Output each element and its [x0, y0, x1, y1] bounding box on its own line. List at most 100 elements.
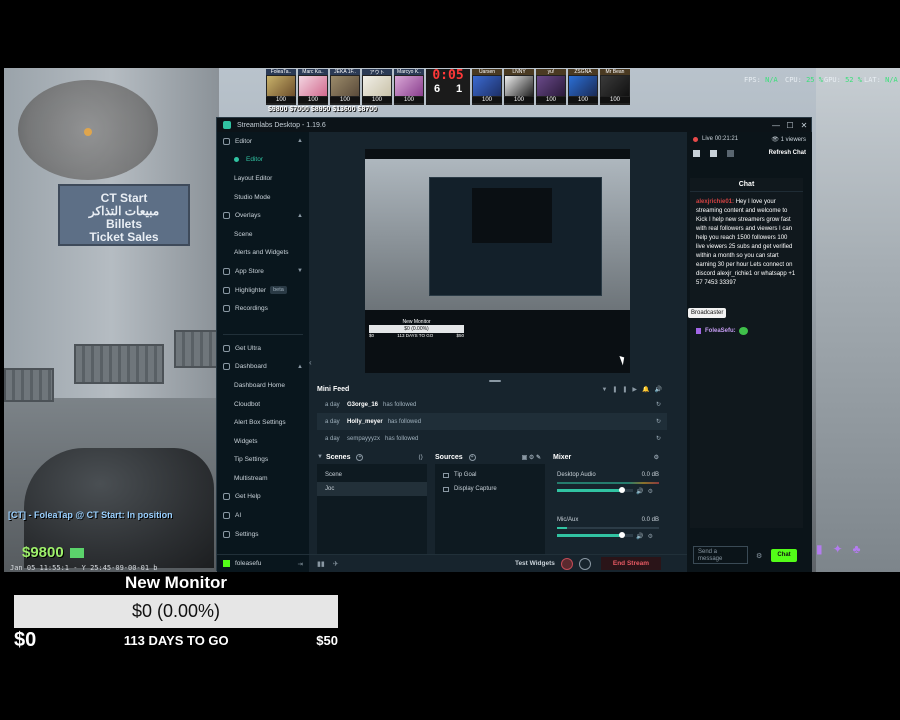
record-button[interactable]	[560, 557, 573, 570]
gear-icon[interactable]: ⚙	[756, 552, 762, 560]
gear-icon[interactable]: ⚙	[654, 454, 659, 461]
chat-panel: Live 00:21:21 👁 1 viewers Refresh Chat C…	[687, 132, 812, 572]
replay-icon[interactable]: ↻	[656, 435, 661, 442]
score-right: 1	[455, 83, 463, 95]
send-chat-button[interactable]: Chat	[771, 549, 797, 562]
sidebar-item-dashboard-home[interactable]: Dashboard Home	[217, 376, 309, 395]
sidebar-item-cloudbot[interactable]: Cloudbot	[217, 395, 309, 414]
source-item[interactable]: Tip Goal	[435, 468, 545, 482]
feed-user: sempayyyzx	[347, 435, 381, 442]
sidebar-item-get-help[interactable]: Get Help	[217, 488, 309, 507]
refresh-chat-button[interactable]: Refresh Chat	[769, 150, 806, 156]
chat-input[interactable]: Send a message	[693, 546, 748, 564]
stats-icon[interactable]: ▮▮	[317, 560, 325, 568]
volume-knob[interactable]	[618, 487, 625, 493]
crate	[4, 368, 54, 402]
goal-target: $50	[316, 632, 338, 648]
add-scene-button[interactable]: +	[356, 453, 364, 461]
rocket-icon[interactable]: ✈	[333, 560, 339, 568]
sidebar-item-ai[interactable]: AI	[217, 506, 309, 525]
sidebar-item-get-ultra[interactable]: Get Ultra	[217, 339, 309, 358]
sidebar-item-tip-settings[interactable]: Tip Settings	[217, 451, 309, 470]
sidebar-item-alerts-widgets[interactable]: Alerts and Widgets	[217, 244, 309, 263]
fps-label: FPS:	[744, 76, 761, 84]
sidebar-item-overlays[interactable]: Overlays ▲	[217, 206, 309, 225]
lat-value: N/A	[885, 76, 898, 84]
chevron-left-icon[interactable]: ‹	[309, 358, 312, 367]
source-tools-icons[interactable]: ▣ ⚙ ✎	[522, 454, 541, 461]
logout-icon[interactable]: ⇥	[298, 560, 303, 568]
player-card: yu! 100	[536, 69, 566, 105]
test-widgets-button[interactable]: Test Widgets	[515, 560, 555, 567]
goal-widget: New Monitor $0 (0.00%) $0 113 DAYS TO GO…	[14, 572, 338, 656]
sidebar-item-recordings[interactable]: Recordings	[217, 299, 309, 318]
sidebar-item-highlighter[interactable]: Highlighter beta	[217, 281, 309, 300]
sidebar-item-alert-box[interactable]: Alert Box Settings	[217, 413, 309, 432]
sidebar-item-label: Alerts and Widgets	[234, 249, 289, 257]
edit-icon[interactable]	[693, 149, 700, 157]
scene-item[interactable]: Scene	[317, 468, 427, 482]
minimize-button[interactable]: —	[769, 121, 783, 130]
sidebar-item-label: Recordings	[235, 305, 268, 313]
goal-title: New Monitor	[125, 573, 227, 592]
streamlabs-window: Streamlabs Desktop - 1.19.6 — ☐ ✕ Editor…	[216, 117, 812, 572]
player-avatar	[505, 76, 533, 96]
replay-buffer-button[interactable]	[578, 557, 591, 570]
ai-icon	[223, 512, 230, 520]
player-card: FoleaTa.. 100	[266, 69, 296, 105]
volume-knob[interactable]	[618, 532, 625, 538]
sidebar-item-layout-editor[interactable]: Layout Editor	[217, 169, 309, 188]
volume-slider[interactable]	[557, 487, 633, 493]
player-avatar	[473, 76, 501, 96]
volume-slider[interactable]	[557, 532, 633, 538]
chat-user: alexjrichie01:	[696, 199, 735, 205]
streamlabs-logo-icon	[223, 121, 231, 129]
sidebar-item-widgets[interactable]: Widgets	[217, 432, 309, 451]
scene-item[interactable]: Joc	[317, 482, 427, 496]
popout-icon[interactable]	[710, 149, 717, 157]
volume-fill	[557, 534, 622, 537]
mini-feed-controls[interactable]: ▼❚❚▶🔔🔊	[601, 386, 667, 393]
sidebar-item-studio-mode[interactable]: Studio Mode	[217, 188, 309, 207]
channel-controls[interactable]: 🔊⚙	[636, 533, 657, 540]
player-hp: 100	[394, 97, 424, 103]
source-item[interactable]: Display Capture	[435, 482, 545, 496]
sidebar-item-label: AI	[235, 512, 242, 520]
mouse-cursor-icon	[619, 354, 627, 366]
channel-controls[interactable]: 🔊⚙	[636, 488, 657, 495]
game-date: Jan 05 11:55:1 - Y 25:45-09-00-01 b	[10, 564, 158, 572]
scoreboard: FoleaTa.. 100 Marc Ka.. 100 JEKA 1F.. 100 ア…	[266, 69, 630, 105]
sidebar-item-label: Editor	[246, 156, 263, 164]
add-source-button[interactable]: +	[468, 453, 476, 461]
player-hp: 100	[472, 97, 502, 103]
sidebar-item-dashboard[interactable]: Dashboard ▲	[217, 358, 309, 377]
player-avatar	[537, 76, 565, 96]
team-money-row: $9800 $7000 $8950 $13600 $8700	[268, 106, 377, 113]
gpu-label: GPU:	[824, 76, 841, 84]
replay-icon[interactable]: ↻	[656, 401, 661, 408]
end-stream-button[interactable]: End Stream	[600, 557, 661, 570]
scene-transitions-icon[interactable]: ⟨⟩	[418, 454, 423, 461]
close-button[interactable]: ✕	[797, 121, 811, 130]
sidebar-user[interactable]: foleasefu ⇥	[217, 554, 309, 572]
sidebar-item-editor-sub[interactable]: Editor	[217, 151, 309, 170]
sidebar-item-label: Dashboard Home	[234, 381, 285, 389]
screen: CT Start مبيعات التذاكر Billets Ticket S…	[0, 0, 900, 720]
window-titlebar[interactable]: Streamlabs Desktop - 1.19.6 — ☐ ✕	[217, 118, 811, 132]
chevron-down-icon[interactable]: ▼	[317, 454, 323, 460]
player-hp: 100	[600, 97, 630, 103]
sidebar-item-app-store[interactable]: App Store ▼	[217, 262, 309, 281]
player-avatar	[299, 76, 327, 96]
stream-preview[interactable]: New Monitor $0 (0.00%) $0 113 DAYS TO GO…	[365, 149, 630, 373]
share-icon[interactable]	[727, 149, 734, 157]
sidebar-item-settings[interactable]: Settings	[217, 525, 309, 544]
source-label: Display Capture	[454, 486, 497, 492]
replay-icon[interactable]: ↻	[656, 418, 661, 425]
maximize-button[interactable]: ☐	[783, 121, 797, 130]
sources-title: Sources	[435, 453, 463, 461]
player-hp: 100	[362, 97, 392, 103]
sidebar-item-editor[interactable]: Editor ▲	[217, 132, 309, 151]
sidebar-item-multistream[interactable]: Multistream	[217, 469, 309, 488]
sidebar-item-scene[interactable]: Scene	[217, 225, 309, 244]
feed-ago: a day	[325, 435, 340, 442]
